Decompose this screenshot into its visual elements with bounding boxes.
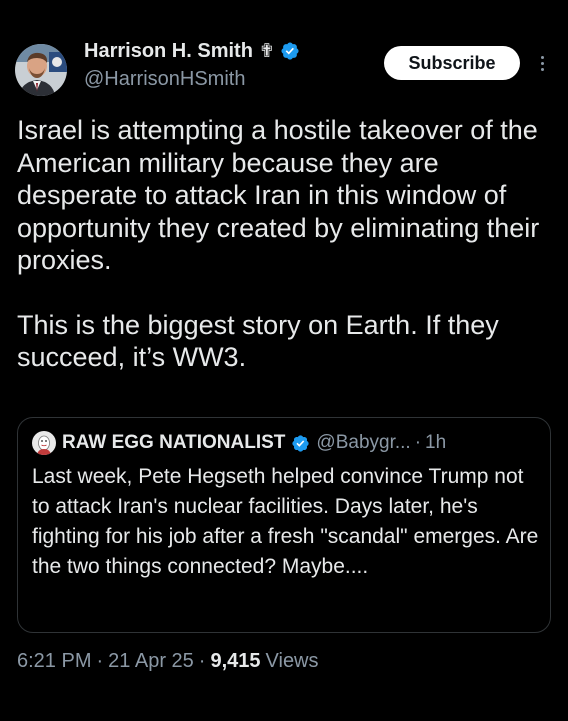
- more-dot: [540, 61, 544, 65]
- quoted-tweet-text: Last week, Pete Hegseth helped convince …: [32, 465, 539, 578]
- tweet-paragraph: Israel is attempting a hostile takeover …: [17, 115, 540, 275]
- quoted-author-handle[interactable]: @Babygr...: [316, 432, 410, 454]
- subscribe-button[interactable]: Subscribe: [384, 46, 520, 80]
- more-options-icon[interactable]: [532, 50, 552, 76]
- quoted-tweet-header: RAW EGG NATIONALIST @Babygr... · 1h: [32, 430, 446, 456]
- quoted-timestamp[interactable]: 1h: [425, 432, 446, 454]
- meta-separator: ·: [96, 649, 104, 672]
- verified-badge-icon[interactable]: [280, 41, 300, 61]
- cross-emoji: ✟: [258, 40, 275, 62]
- quoted-avatar-image: [32, 431, 56, 455]
- views-label: Views: [265, 649, 319, 672]
- tweet-paragraph: This is the biggest story on Earth. If t…: [17, 309, 499, 373]
- views-count: 9,415: [210, 649, 261, 672]
- tweet-meta: 6:21 PM · 21 Apr 25 · 9,415 Views: [17, 648, 319, 674]
- author-avatar[interactable]: [15, 44, 67, 96]
- meta-separator: ·: [198, 649, 206, 672]
- more-dot: [540, 67, 544, 71]
- tweet-time[interactable]: 6:21 PM: [17, 650, 91, 673]
- author-avatar-image: [15, 44, 67, 96]
- author-handle[interactable]: @HarrisonHSmith: [84, 68, 245, 91]
- quoted-verified-badge-icon: [292, 434, 310, 452]
- more-dot: [540, 55, 544, 59]
- quoted-tweet-card[interactable]: RAW EGG NATIONALIST @Babygr... · 1h Last…: [17, 417, 551, 633]
- tweet-date[interactable]: 21 Apr 25: [108, 650, 194, 673]
- author-name-row[interactable]: Harrison H. Smith ✟: [84, 38, 300, 64]
- quoted-author-name[interactable]: RAW EGG NATIONALIST: [62, 432, 285, 454]
- quoted-separator: ·: [414, 432, 422, 453]
- author-display-name[interactable]: Harrison H. Smith: [84, 40, 253, 63]
- quoted-author-avatar[interactable]: [32, 431, 56, 455]
- tweet-text: Israel is attempting a hostile takeover …: [17, 114, 557, 374]
